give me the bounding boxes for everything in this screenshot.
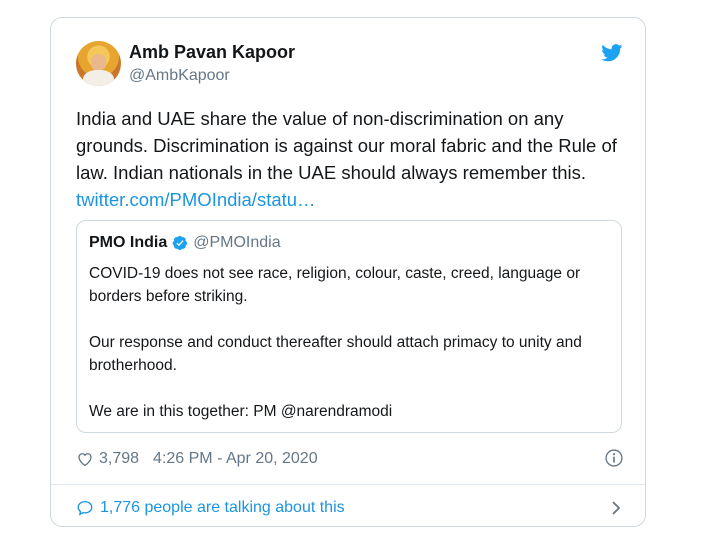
tweet-body: India and UAE share the value of non-dis… <box>76 108 617 183</box>
tweet-link[interactable]: twitter.com/PMOIndia/statu… <box>76 189 316 210</box>
quoted-author-handle: @PMOIndia <box>193 234 281 251</box>
twitter-bird-icon[interactable] <box>601 44 623 62</box>
verified-badge-icon <box>172 235 188 251</box>
footer-divider <box>51 484 645 485</box>
tweet-timestamp[interactable]: 4:26 PM - Apr 20, 2020 <box>153 450 318 468</box>
quoted-paragraph: COVID-19 does not see race, religion, co… <box>89 265 581 305</box>
quoted-author-name: PMO India <box>89 234 168 251</box>
heart-icon <box>78 453 92 467</box>
author-name[interactable]: Amb Pavan Kapoor <box>129 42 295 63</box>
quoted-paragraph: Our response and conduct thereafter shou… <box>89 334 582 374</box>
quoted-paragraph: We are in this together: PM @narendramod… <box>89 403 393 420</box>
tweet-text: India and UAE share the value of non-dis… <box>76 105 636 213</box>
tweet-card: Amb Pavan Kapoor @AmbKapoor India and UA… <box>50 17 646 527</box>
author-avatar[interactable] <box>76 41 121 86</box>
conversation-link[interactable]: 1,776 people are talking about this <box>76 497 624 519</box>
like-button[interactable]: 3,798 <box>76 450 139 468</box>
talking-count: 1,776 people are talking about this <box>100 499 345 516</box>
like-count: 3,798 <box>99 450 140 467</box>
avatar-body <box>83 70 114 86</box>
info-icon[interactable] <box>604 448 624 468</box>
quoted-tweet-header: PMO India @PMOIndia <box>89 234 281 252</box>
speech-bubble-icon <box>77 500 93 516</box>
chevron-right-icon[interactable] <box>610 500 622 516</box>
tweet-meta: 3,798 4:26 PM - Apr 20, 2020 <box>76 448 624 470</box>
avatar-face <box>91 54 106 71</box>
quoted-tweet[interactable]: PMO India @PMOIndia COVID-19 does not se… <box>76 220 622 433</box>
quoted-tweet-body: COVID-19 does not see race, religion, co… <box>89 262 611 423</box>
author-handle[interactable]: @AmbKapoor <box>129 67 230 85</box>
